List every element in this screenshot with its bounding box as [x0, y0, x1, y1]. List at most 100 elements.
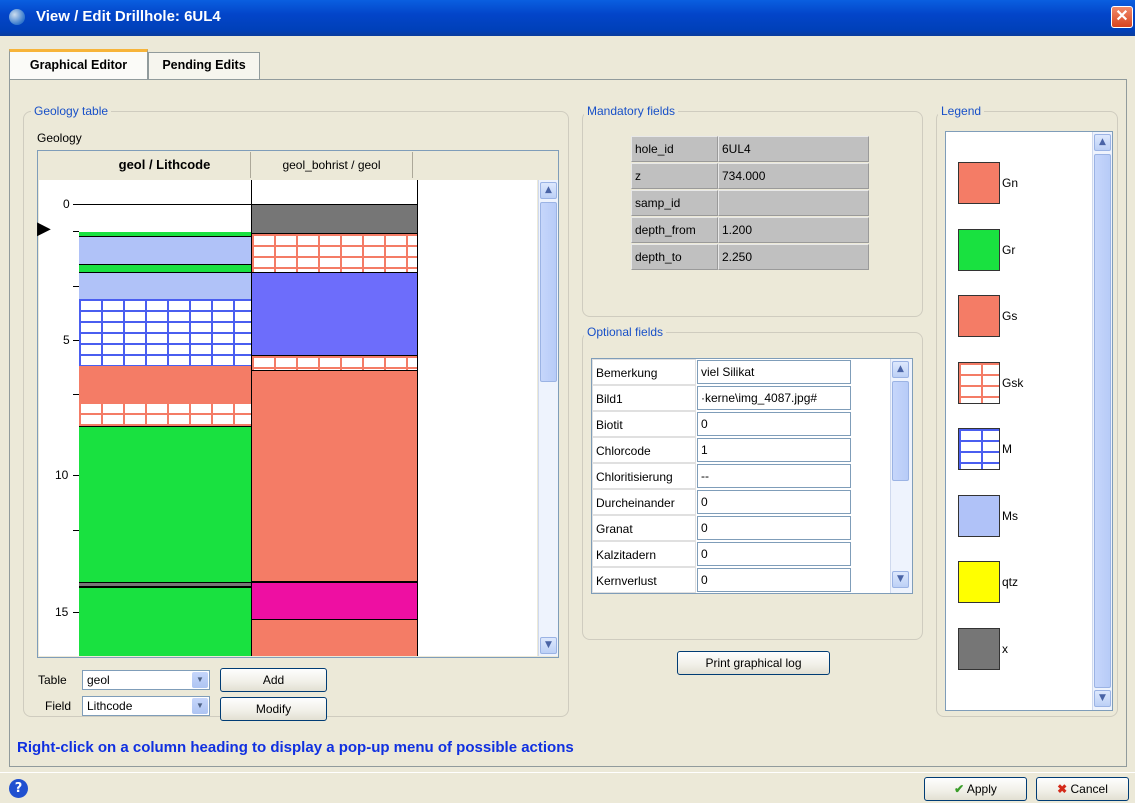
log-boundary: [79, 204, 251, 205]
checkmark-icon: ✔: [954, 782, 965, 796]
mandatory-group-title: Mandatory fields: [584, 104, 679, 118]
legend-panel: ▲ ▼ Gn Gr Gs Gsk M Ms qtz x: [945, 131, 1113, 711]
legend-swatch: [958, 295, 1000, 337]
axis-tick: [73, 286, 79, 287]
column-header-lithcode[interactable]: geol / Lithcode: [79, 152, 251, 178]
print-graphical-log-button[interactable]: Print graphical log: [677, 651, 830, 675]
column-header-geol-bohrist[interactable]: geol_bohrist / geol: [251, 152, 413, 178]
optional-row: Chlorcode 1: [592, 437, 890, 463]
optional-fields-table: Bemerkung viel Silikat Bild1 ·kerne\img_408…: [591, 358, 913, 594]
scroll-down-icon[interactable]: ▼: [1094, 690, 1111, 707]
field-name: Chloritisierung: [592, 463, 696, 489]
log-band-m: [79, 299, 251, 366]
tab-pending-edits[interactable]: Pending Edits: [148, 52, 260, 79]
optional-group-title: Optional fields: [584, 325, 667, 339]
window-title: View / Edit Drillhole: 6UL4: [36, 8, 221, 25]
table-select[interactable]: geol ▼: [82, 670, 210, 690]
field-value-input[interactable]: 0: [697, 542, 851, 566]
field-value-input[interactable]: 0: [697, 412, 851, 436]
legend-swatch: [958, 428, 1000, 470]
scroll-thumb[interactable]: [540, 202, 557, 382]
legend-group-title: Legend: [938, 104, 985, 118]
scroll-down-icon[interactable]: ▼: [892, 571, 909, 588]
optional-row: Granat 0: [592, 515, 890, 541]
field-name: Chlorcode: [592, 437, 696, 463]
optional-row: Durcheinander 0: [592, 489, 890, 515]
log-band-gs: [251, 370, 418, 582]
log-band-magenta: [251, 582, 418, 620]
depth-tick-label: 10: [55, 468, 69, 482]
axis-tick: [73, 340, 79, 341]
field-name: z: [631, 163, 718, 189]
mandatory-row: samp_id: [631, 190, 869, 217]
geology-group-title: Geology table: [31, 104, 112, 118]
scroll-up-icon[interactable]: ▲: [892, 361, 909, 378]
legend-label: Gsk: [1002, 375, 1024, 390]
mandatory-row: z 734.000: [631, 163, 869, 190]
field-name: Durcheinander: [592, 489, 696, 515]
legend-swatch: [958, 494, 1000, 537]
hint-text: Right-click on a column heading to displ…: [17, 739, 574, 756]
legend-label: Gn: [1002, 176, 1019, 190]
geology-log-canvas[interactable]: 0 5 10 15: [39, 180, 537, 656]
legend-swatch: [958, 361, 1000, 404]
legend-swatch: [958, 627, 1000, 670]
help-icon[interactable]: ?: [9, 779, 28, 798]
field-select[interactable]: Lithcode ▼: [82, 696, 210, 716]
field-value: 2.250: [718, 244, 869, 270]
dropdown-arrow-icon[interactable]: ▼: [192, 672, 208, 688]
legend-label: Ms: [1002, 508, 1018, 523]
field-value-input[interactable]: 1: [697, 438, 851, 462]
optional-row: Bild1 ·kerne\img_4087.jpg#: [592, 385, 890, 411]
field-select-value: Lithcode: [87, 699, 133, 713]
log-band-ms: [79, 237, 251, 265]
mandatory-row: depth_to 2.250: [631, 244, 869, 271]
scroll-up-icon[interactable]: ▲: [540, 182, 557, 199]
field-name: Kalzitadern: [592, 541, 696, 567]
dropdown-arrow-icon[interactable]: ▼: [192, 698, 208, 714]
optional-row: Kernverlust 0: [592, 567, 890, 593]
axis-tick: [73, 204, 79, 205]
field-value-input[interactable]: 0: [697, 568, 851, 592]
field-name: Kernverlust: [592, 567, 696, 593]
log-band-gs: [251, 620, 418, 656]
close-icon[interactable]: ✕: [1111, 6, 1133, 28]
field-name: Bild1: [592, 385, 696, 411]
legend-swatch: [958, 561, 1000, 603]
current-row-arrow-icon: ▶: [37, 218, 51, 239]
add-button[interactable]: Add: [220, 668, 327, 692]
tab-graphical-editor[interactable]: Graphical Editor: [9, 49, 148, 80]
legend-label: qtz: [1002, 575, 1019, 589]
log-band-ms: [79, 272, 251, 299]
field-name: depth_to: [631, 244, 718, 270]
field-value-input[interactable]: 0: [697, 490, 851, 514]
cancel-label: Cancel: [1070, 782, 1108, 796]
field-name: depth_from: [631, 217, 718, 243]
scroll-down-icon[interactable]: ▼: [540, 637, 557, 654]
scroll-up-icon[interactable]: ▲: [1094, 134, 1111, 151]
table-select-value: geol: [87, 673, 110, 687]
log-band-gsk: [251, 234, 418, 272]
legend-label: M: [1002, 442, 1012, 456]
field-value: [718, 190, 869, 216]
scroll-thumb[interactable]: [892, 381, 909, 481]
axis-tick: [73, 231, 79, 232]
title-bar: View / Edit Drillhole: 6UL4 ✕: [0, 0, 1135, 36]
field-value-input[interactable]: viel Silikat: [697, 360, 851, 384]
depth-tick-label: 0: [63, 197, 70, 211]
apply-button[interactable]: ✔ Apply: [924, 777, 1027, 801]
field-value-input[interactable]: ·kerne\img_4087.jpg#: [697, 386, 851, 410]
axis-tick: [73, 394, 79, 395]
field-value-input[interactable]: --: [697, 464, 851, 488]
modify-button[interactable]: Modify: [220, 697, 327, 721]
field-name: Granat: [592, 515, 696, 541]
scroll-thumb[interactable]: [1094, 154, 1111, 688]
app-globe-icon: [9, 9, 25, 25]
field-name: Bemerkung: [592, 359, 696, 385]
optional-row: Biotit 0: [592, 411, 890, 437]
log-band-gr: [79, 426, 251, 583]
field-value-input[interactable]: 0: [697, 516, 851, 540]
cancel-button[interactable]: ✖ Cancel: [1036, 777, 1129, 801]
log-band-gs: [79, 366, 251, 402]
field-name: samp_id: [631, 190, 718, 216]
